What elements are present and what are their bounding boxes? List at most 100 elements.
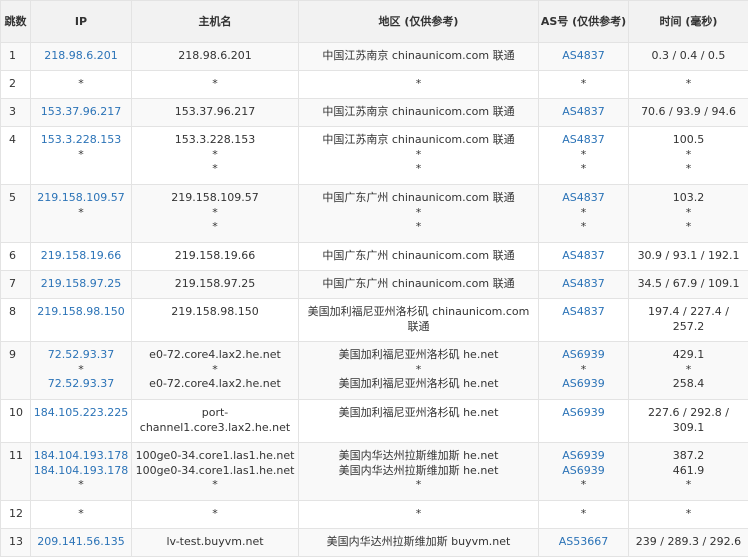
traceroute-table: 跳数 IP 主机名 地区 (仅供参考) AS号 (仅供参考) 时间 (毫秒) 1… <box>0 0 748 557</box>
ip-address: * <box>78 478 84 491</box>
ip-cell: 219.158.19.66 <box>30 242 132 271</box>
hostname: 219.158.98.150 <box>171 305 259 318</box>
ip-address[interactable]: 153.3.228.153 <box>33 133 129 148</box>
as-number[interactable]: AS6939 <box>541 348 626 363</box>
as-number[interactable]: AS4837 <box>541 191 626 206</box>
time-cell: 197.4 / 227.4 / 257.2 <box>628 298 748 342</box>
time-cell: 0.3 / 0.4 / 0.5 <box>628 42 748 71</box>
region-cell: 中国江苏南京 chinaunicom.com 联通 <box>298 42 539 71</box>
ip-address[interactable]: 209.141.56.135 <box>33 535 129 550</box>
hostname: * <box>212 362 218 376</box>
ip-cell: 219.158.97.25 <box>30 270 132 299</box>
latency-value: 239 / 289.3 / 292.6 <box>635 535 742 548</box>
as-number: * <box>580 362 587 376</box>
ip-address[interactable]: 184.105.223.225 <box>33 406 129 421</box>
time-cell: 30.9 / 93.1 / 192.1 <box>628 242 748 271</box>
hostname: 219.158.19.66 <box>174 249 256 262</box>
ip-address[interactable]: 72.52.93.37 <box>33 377 129 392</box>
ip-cell: * <box>30 70 132 99</box>
table-row: 6 219.158.19.66 219.158.19.66 中国广东广州 chinau… <box>0 242 748 271</box>
hostname: 219.158.97.25 <box>174 277 256 290</box>
latency-value: 429.1 <box>672 348 705 361</box>
hostname-cell: lv-test.buyvm.net <box>131 528 299 557</box>
ip-address[interactable]: 184.104.193.178 <box>33 464 129 479</box>
as-cell: AS4837 <box>538 98 629 127</box>
latency-value: 70.6 / 93.9 / 94.6 <box>641 105 736 118</box>
hostname: 100ge0-34.core1.las1.he.net <box>135 449 295 462</box>
table-row: 10 184.105.223.225 port-channel1.core3.lax… <box>0 399 748 443</box>
as-number[interactable]: AS4837 <box>541 133 626 148</box>
hostname-cell: 219.158.19.66 <box>131 242 299 271</box>
ip-address[interactable]: 219.158.109.57 <box>33 191 129 206</box>
region-text: 美国加利福尼亚州洛杉矶 he.net <box>338 377 499 390</box>
time-cell: 34.5 / 67.9 / 109.1 <box>628 270 748 299</box>
hostname: * <box>212 478 218 491</box>
as-number[interactable]: AS4837 <box>541 277 626 292</box>
hop-number: 9 <box>0 341 31 400</box>
region-text: * <box>415 77 422 90</box>
latency-value: 100.5 <box>672 133 705 146</box>
as-number[interactable]: AS4837 <box>541 305 626 320</box>
ip-address: * <box>78 507 84 520</box>
region-cell: 中国广东广州 chinaunicom.com 联通 <box>298 270 539 299</box>
ip-cell: 209.141.56.135 <box>30 528 132 557</box>
time-cell: * <box>628 500 748 529</box>
as-number[interactable]: AS6939 <box>541 377 626 392</box>
table-row: 8 219.158.98.150 219.158.98.150 美国加利福尼亚州洛杉矶… <box>0 298 748 342</box>
as-cell: AS4837 <box>538 242 629 271</box>
region-cell: * <box>298 500 539 529</box>
ip-address[interactable]: 153.37.96.217 <box>33 105 129 120</box>
latency-value: * <box>685 147 692 161</box>
hostname: lv-test.buyvm.net <box>166 535 264 548</box>
hostname: port-channel1.core3.lax2.he.net <box>139 406 291 434</box>
ip-address[interactable]: 72.52.93.37 <box>33 348 129 363</box>
hop-column-header: 跳数 <box>0 0 31 43</box>
latency-value: 30.9 / 93.1 / 192.1 <box>637 249 740 262</box>
region-text: 美国加利福尼亚州洛杉矶 chinaunicom.com 联通 <box>307 305 530 333</box>
time-cell: 387.2 461.9 * <box>628 442 748 501</box>
as-number: * <box>580 507 587 520</box>
latency-value: * <box>685 362 692 376</box>
hostname-cell: * <box>131 500 299 529</box>
as-number[interactable]: AS4837 <box>541 249 626 264</box>
hostname: 153.37.96.217 <box>174 105 256 118</box>
as-number[interactable]: AS4837 <box>541 49 626 64</box>
as-cell: AS4837 <box>538 270 629 299</box>
latency-value: 258.4 <box>672 377 705 390</box>
table-header-row: 跳数 IP 主机名 地区 (仅供参考) AS号 (仅供参考) 时间 (毫秒) <box>0 0 748 43</box>
as-number[interactable]: AS6939 <box>541 449 626 464</box>
latency-value: 387.2 <box>672 449 705 462</box>
time-cell: * <box>628 70 748 99</box>
as-number[interactable]: AS6939 <box>541 406 626 421</box>
hostname-cell: port-channel1.core3.lax2.he.net <box>131 399 299 443</box>
hop-number: 2 <box>0 70 31 99</box>
ip-address[interactable]: 184.104.193.178 <box>33 449 129 464</box>
region-cell: 美国加利福尼亚州洛杉矶 he.net <box>298 399 539 443</box>
as-cell: * <box>538 500 629 529</box>
hop-number: 12 <box>0 500 31 529</box>
region-cell: 美国加利福尼亚州洛杉矶 chinaunicom.com 联通 <box>298 298 539 342</box>
as-number[interactable]: AS6939 <box>541 464 626 479</box>
ip-address[interactable]: 218.98.6.201 <box>33 49 129 64</box>
ip-cell: 184.104.193.178 184.104.193.178 * <box>30 442 132 501</box>
hostname-column-header: 主机名 <box>131 0 299 43</box>
latency-value: * <box>685 162 692 175</box>
region-cell: * <box>298 70 539 99</box>
region-text: * <box>415 220 422 233</box>
region-text: 中国江苏南京 chinaunicom.com 联通 <box>322 105 515 118</box>
ip-address[interactable]: 219.158.19.66 <box>33 249 129 264</box>
as-number[interactable]: AS53667 <box>541 535 626 550</box>
hostname: * <box>212 220 218 233</box>
latency-value: * <box>685 205 692 219</box>
hostname-cell: 153.3.228.153 * * <box>131 126 299 185</box>
ip-address: * <box>78 77 84 90</box>
as-number[interactable]: AS4837 <box>541 105 626 120</box>
ip-column-header: IP <box>30 0 132 43</box>
ip-address[interactable]: 219.158.97.25 <box>33 277 129 292</box>
region-text: 美国内华达州拉斯维加斯 he.net <box>338 449 499 462</box>
hostname: * <box>212 77 218 90</box>
as-number: * <box>580 478 587 491</box>
hostname-cell: 219.158.97.25 <box>131 270 299 299</box>
region-text: 中国广东广州 chinaunicom.com 联通 <box>322 277 515 290</box>
ip-address[interactable]: 219.158.98.150 <box>33 305 129 320</box>
